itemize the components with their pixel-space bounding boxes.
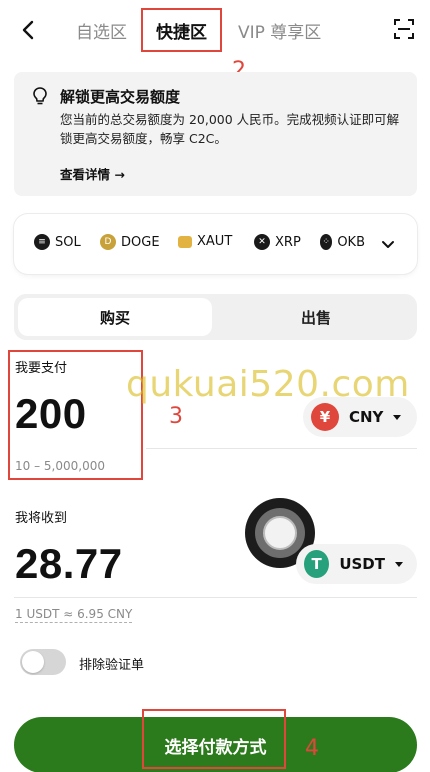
- toggle-knob: [22, 651, 44, 673]
- scan-button[interactable]: [389, 14, 419, 44]
- coin-label: SOL: [55, 234, 81, 250]
- pay-currency-select[interactable]: ¥ CNY: [303, 397, 417, 437]
- scan-icon: [394, 19, 414, 39]
- sol-icon: ≡: [34, 234, 50, 250]
- xaut-icon: [178, 235, 192, 248]
- view-details-link[interactable]: 查看详情 →: [60, 164, 125, 183]
- exchange-rate[interactable]: 1 USDT ≈ 6.95 CNY: [15, 607, 133, 623]
- pay-label: 我要支付: [15, 361, 68, 376]
- pay-amount-input[interactable]: 200: [15, 390, 87, 438]
- notice-card: 解锁更高交易额度 您当前的总交易额度为 20,000 人民币。完成视频认证即可解…: [14, 72, 417, 196]
- pay-currency-code: CNY: [349, 408, 384, 426]
- floating-ring: [255, 508, 305, 558]
- coin-label: XRP: [275, 234, 301, 250]
- coin-chip-doge[interactable]: D DOGE: [100, 234, 160, 250]
- usdt-icon: T: [304, 550, 330, 578]
- exclude-verified-toggle[interactable]: [20, 649, 66, 675]
- notice-body: 您当前的总交易额度为 20,000 人民币。完成视频认证即可解锁更高交易额度，畅…: [60, 112, 400, 146]
- exclude-verified-label: 排除验证单: [79, 658, 145, 673]
- coin-label: XAUT: [197, 234, 233, 249]
- receive-amount: 28.77: [15, 540, 123, 587]
- coin-label: OKB: [337, 234, 365, 250]
- chevron-down-icon: [382, 241, 394, 248]
- tab-buy[interactable]: 购买: [18, 298, 212, 336]
- coin-chip-xaut[interactable]: XAUT: [178, 234, 232, 249]
- lightbulb-icon: [33, 87, 47, 105]
- receive-currency-select[interactable]: T USDT: [296, 544, 417, 584]
- coin-chip-sol[interactable]: ≡ SOL: [34, 234, 81, 250]
- tab-sell[interactable]: 出售: [219, 298, 413, 336]
- coin-label: DOGE: [121, 234, 160, 250]
- pay-range: 10 – 5,000,000: [15, 459, 105, 473]
- back-button[interactable]: [12, 14, 44, 46]
- chevron-left-icon: [22, 20, 34, 40]
- buy-sell-toggle: 购买 出售: [14, 294, 417, 340]
- receive-currency-code: USDT: [339, 555, 385, 573]
- okb-icon: ⁘: [320, 234, 333, 250]
- floating-core: [263, 516, 297, 550]
- tab-watchlist[interactable]: 自选区: [76, 18, 127, 43]
- receive-label: 我将收到: [15, 511, 68, 526]
- annotation-number-4: 4: [305, 736, 319, 761]
- caret-down-icon: [393, 414, 402, 420]
- notice-title: 解锁更高交易额度: [60, 88, 181, 106]
- annotation-box-4: [142, 709, 286, 769]
- xrp-icon: ✕: [254, 234, 270, 250]
- doge-icon: D: [100, 234, 116, 250]
- divider: [14, 597, 417, 598]
- coin-selector-row: ≡ SOL D DOGE XAUT ✕ XRP ⁘ OKB: [14, 214, 417, 274]
- coin-chip-xrp[interactable]: ✕ XRP: [254, 234, 301, 250]
- annotation-number-3: 3: [169, 404, 183, 429]
- expand-coins-button[interactable]: [378, 234, 398, 254]
- cny-icon: ¥: [311, 403, 339, 431]
- caret-down-icon: [395, 561, 403, 567]
- tab-express[interactable]: 快捷区: [156, 18, 207, 43]
- coin-chip-okb[interactable]: ⁘ OKB: [320, 234, 365, 250]
- tab-vip[interactable]: VIP 尊享区: [238, 18, 321, 43]
- divider: [146, 448, 417, 449]
